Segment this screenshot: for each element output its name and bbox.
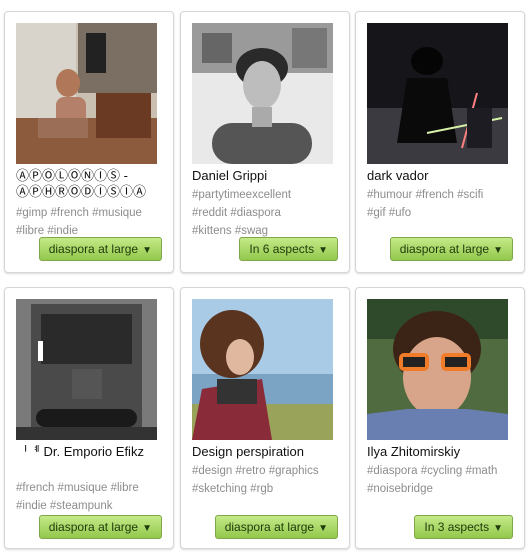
contact-name[interactable]: dark vador (367, 168, 515, 184)
tag-list: #french #musique #libre #indie #steampun… (16, 479, 166, 515)
tag-list: #diaspora #cycling #math #noisebridge (367, 462, 517, 498)
tag-list: #partytimeexcellent #reddit #diaspora #k… (192, 186, 342, 240)
contact-name[interactable]: ⒶⓅⓄⓁⓄⓃⒾⓈ - ⒶⓅⒽⓇⓄⒹⒾⓈⒾⒶ (16, 168, 164, 200)
caret-down-icon: ▼ (142, 245, 152, 256)
tag-line: #diaspora #cycling #math (367, 465, 498, 477)
tag-line: #noisebridge (367, 483, 433, 495)
avatar[interactable] (367, 23, 508, 164)
tag-line: #french #musique #libre (16, 482, 139, 494)
aspect-dropdown-button[interactable]: diaspora at large ▼ (38, 237, 162, 261)
contact-name[interactable]: ᅵᅨ Dr. Emporio Efikz (16, 444, 164, 460)
avatar[interactable] (367, 299, 508, 440)
caret-down-icon: ▼ (142, 523, 152, 534)
tag-list: #design #retro #graphics #sketching #rgb (192, 462, 342, 498)
caret-down-icon: ▼ (318, 245, 328, 256)
contact-name[interactable]: Ilya Zhitomirskiy (367, 444, 515, 460)
aspect-dropdown-button[interactable]: diaspora at large ▼ (38, 515, 162, 539)
contact-card: Daniel Grippi #partytimeexcellent #reddi… (180, 11, 350, 273)
avatar[interactable] (192, 299, 333, 440)
tag-line: #gimp #french #musique (16, 207, 142, 219)
aspect-dropdown-button[interactable]: In 6 aspects ▼ (239, 237, 338, 261)
contact-name[interactable]: Daniel Grippi (192, 168, 340, 184)
aspect-dropdown-button[interactable]: In 3 aspects ▼ (414, 515, 513, 539)
aspect-dropdown-button[interactable]: diaspora at large ▼ (214, 515, 338, 539)
contact-card: ᅵᅨ Dr. Emporio Efikz #french #musique #l… (4, 287, 174, 549)
contact-card: Ilya Zhitomirskiy #diaspora #cycling #ma… (355, 287, 525, 549)
contact-card: Design perspiration #design #retro #grap… (180, 287, 350, 549)
aspect-label: diaspora at large (48, 520, 139, 534)
tag-list: #humour #french #scifi #gif #ufo (367, 186, 517, 222)
avatar[interactable] (16, 299, 157, 440)
tag-line: #indie #steampunk (16, 500, 113, 512)
contact-name[interactable]: Design perspiration (192, 444, 340, 460)
aspect-label: diaspora at large (224, 520, 315, 534)
caret-down-icon: ▼ (493, 245, 503, 256)
aspect-label: In 3 aspects (424, 520, 490, 534)
avatar[interactable] (16, 23, 157, 164)
aspect-dropdown-button[interactable]: diaspora at large ▼ (389, 237, 513, 261)
tag-list: #gimp #french #musique #libre #indie (16, 204, 166, 240)
caret-down-icon: ▼ (493, 523, 503, 534)
tag-line: #sketching #rgb (192, 483, 274, 495)
contact-card: ⒶⓅⓄⓁⓄⓃⒾⓈ - ⒶⓅⒽⓇⓄⒹⒾⓈⒾⒶ #gimp #french #mus… (4, 11, 174, 273)
aspect-label: diaspora at large (399, 242, 490, 256)
contact-card: dark vador #humour #french #scifi #gif #… (355, 11, 525, 273)
tag-line: #humour #french #scifi (367, 189, 484, 201)
aspect-label: In 6 aspects (249, 242, 315, 256)
tag-line: #gif #ufo (367, 207, 412, 219)
aspect-label: diaspora at large (48, 242, 139, 256)
tag-line: #reddit #diaspora (192, 207, 281, 219)
caret-down-icon: ▼ (318, 523, 328, 534)
tag-line: #partytimeexcellent (192, 189, 292, 201)
avatar[interactable] (192, 23, 333, 164)
tag-line: #design #retro #graphics (192, 465, 319, 477)
